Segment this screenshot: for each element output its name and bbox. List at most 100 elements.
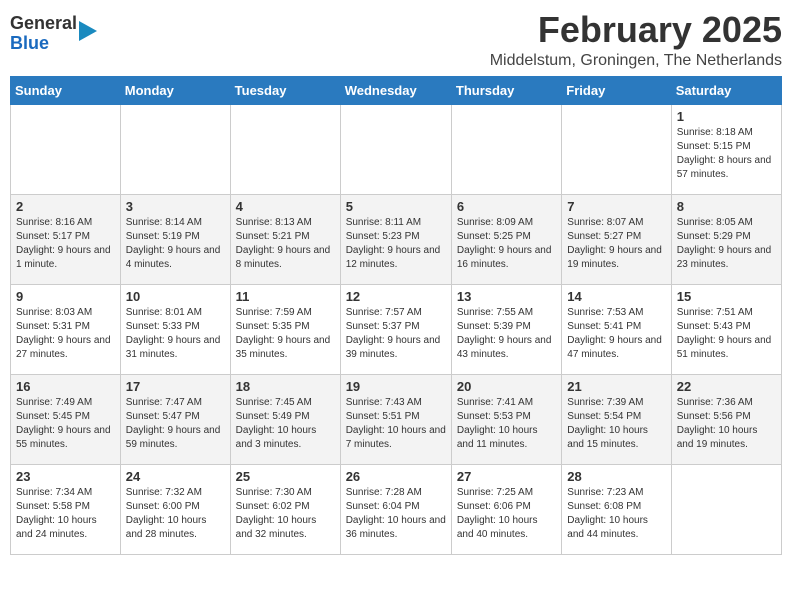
day-number: 8: [677, 199, 776, 214]
calendar-cell: 3 Sunrise: 8:14 AM Sunset: 5:19 PM Daylig…: [120, 194, 230, 284]
day-number: 19: [346, 379, 446, 394]
calendar-cell: [562, 104, 671, 194]
calendar-cell: 27 Sunrise: 7:25 AM Sunset: 6:06 PM Dayli…: [451, 464, 561, 554]
day-number: 26: [346, 469, 446, 484]
day-number: 28: [567, 469, 665, 484]
day-number: 10: [126, 289, 225, 304]
day-number: 21: [567, 379, 665, 394]
day-info: Sunrise: 8:07 AM Sunset: 5:27 PM Dayligh…: [567, 216, 665, 272]
calendar-cell: [340, 104, 451, 194]
day-number: 6: [457, 199, 556, 214]
day-info: Sunrise: 7:53 AM Sunset: 5:41 PM Dayligh…: [567, 306, 665, 362]
calendar-cell: 24 Sunrise: 7:32 AM Sunset: 6:00 PM Dayli…: [120, 464, 230, 554]
day-number: 11: [236, 289, 335, 304]
weekday-header: Thursday: [451, 76, 561, 104]
calendar-cell: 16Sunrise: 7:49 AM Sunset: 5:45 PM Dayli…: [11, 374, 121, 464]
day-info: Sunrise: 7:25 AM Sunset: 6:06 PM Dayligh…: [457, 486, 556, 542]
day-info: Sunrise: 7:34 AM Sunset: 5:58 PM Dayligh…: [16, 486, 115, 542]
calendar-cell: 17 Sunrise: 7:47 AM Sunset: 5:47 PM Dayli…: [120, 374, 230, 464]
calendar-cell: 10 Sunrise: 8:01 AM Sunset: 5:33 PM Dayli…: [120, 284, 230, 374]
calendar-week-row: 2Sunrise: 8:16 AM Sunset: 5:17 PM Daylig…: [11, 194, 782, 284]
day-number: 13: [457, 289, 556, 304]
day-number: 7: [567, 199, 665, 214]
calendar-cell: 28 Sunrise: 7:23 AM Sunset: 6:08 PM Dayli…: [562, 464, 671, 554]
day-info: Sunrise: 7:30 AM Sunset: 6:02 PM Dayligh…: [236, 486, 335, 542]
day-info: Sunrise: 7:51 AM Sunset: 5:43 PM Dayligh…: [677, 306, 776, 362]
calendar-cell: [120, 104, 230, 194]
day-number: 23: [16, 469, 115, 484]
day-number: 14: [567, 289, 665, 304]
day-number: 22: [677, 379, 776, 394]
day-info: Sunrise: 7:47 AM Sunset: 5:47 PM Dayligh…: [126, 396, 225, 452]
calendar-week-row: 1 Sunrise: 8:18 AM Sunset: 5:15 PM Daylig…: [11, 104, 782, 194]
day-info: Sunrise: 7:43 AM Sunset: 5:51 PM Dayligh…: [346, 396, 446, 452]
calendar-cell: 12Sunrise: 7:57 AM Sunset: 5:37 PM Dayli…: [340, 284, 451, 374]
day-number: 24: [126, 469, 225, 484]
day-info: Sunrise: 7:28 AM Sunset: 6:04 PM Dayligh…: [346, 486, 446, 542]
calendar-cell: 4 Sunrise: 8:13 AM Sunset: 5:21 PM Daylig…: [230, 194, 340, 284]
day-info: Sunrise: 7:41 AM Sunset: 5:53 PM Dayligh…: [457, 396, 556, 452]
calendar-cell: 20 Sunrise: 7:41 AM Sunset: 5:53 PM Dayli…: [451, 374, 561, 464]
day-info: Sunrise: 8:05 AM Sunset: 5:29 PM Dayligh…: [677, 216, 776, 272]
day-info: Sunrise: 8:09 AM Sunset: 5:25 PM Dayligh…: [457, 216, 556, 272]
calendar-week-row: 16Sunrise: 7:49 AM Sunset: 5:45 PM Dayli…: [11, 374, 782, 464]
calendar-cell: 21 Sunrise: 7:39 AM Sunset: 5:54 PM Dayli…: [562, 374, 671, 464]
calendar-cell: 6 Sunrise: 8:09 AM Sunset: 5:25 PM Daylig…: [451, 194, 561, 284]
day-number: 5: [346, 199, 446, 214]
calendar-cell: 2Sunrise: 8:16 AM Sunset: 5:17 PM Daylig…: [11, 194, 121, 284]
weekday-header: Tuesday: [230, 76, 340, 104]
calendar-cell: 11Sunrise: 7:59 AM Sunset: 5:35 PM Dayli…: [230, 284, 340, 374]
calendar-cell: 23 Sunrise: 7:34 AM Sunset: 5:58 PM Dayli…: [11, 464, 121, 554]
day-info: Sunrise: 7:45 AM Sunset: 5:49 PM Dayligh…: [236, 396, 335, 452]
day-number: 3: [126, 199, 225, 214]
day-info: Sunrise: 7:36 AM Sunset: 5:56 PM Dayligh…: [677, 396, 776, 452]
calendar-cell: 14 Sunrise: 7:53 AM Sunset: 5:41 PM Dayli…: [562, 284, 671, 374]
calendar-cell: [11, 104, 121, 194]
calendar-cell: 13 Sunrise: 7:55 AM Sunset: 5:39 PM Dayli…: [451, 284, 561, 374]
weekday-header-row: SundayMondayTuesdayWednesdayThursdayFrid…: [11, 76, 782, 104]
calendar-cell: [671, 464, 781, 554]
calendar-cell: 5Sunrise: 8:11 AM Sunset: 5:23 PM Daylig…: [340, 194, 451, 284]
logo-general: General: [10, 13, 77, 33]
day-info: Sunrise: 8:18 AM Sunset: 5:15 PM Dayligh…: [677, 126, 776, 182]
calendar-week-row: 23 Sunrise: 7:34 AM Sunset: 5:58 PM Dayli…: [11, 464, 782, 554]
day-info: Sunrise: 7:55 AM Sunset: 5:39 PM Dayligh…: [457, 306, 556, 362]
calendar-cell: 7 Sunrise: 8:07 AM Sunset: 5:27 PM Daylig…: [562, 194, 671, 284]
day-info: Sunrise: 7:57 AM Sunset: 5:37 PM Dayligh…: [346, 306, 446, 362]
page-header: General Blue February 2025 Middelstum, G…: [10, 10, 782, 70]
calendar-cell: 15Sunrise: 7:51 AM Sunset: 5:43 PM Dayli…: [671, 284, 781, 374]
day-number: 16: [16, 379, 115, 394]
day-info: Sunrise: 8:13 AM Sunset: 5:21 PM Dayligh…: [236, 216, 335, 272]
day-info: Sunrise: 8:14 AM Sunset: 5:19 PM Dayligh…: [126, 216, 225, 272]
calendar-cell: 9Sunrise: 8:03 AM Sunset: 5:31 PM Daylig…: [11, 284, 121, 374]
logo-arrow-icon: [79, 21, 97, 41]
calendar-cell: 1 Sunrise: 8:18 AM Sunset: 5:15 PM Daylig…: [671, 104, 781, 194]
calendar-cell: 25 Sunrise: 7:30 AM Sunset: 6:02 PM Dayli…: [230, 464, 340, 554]
location: Middelstum, Groningen, The Netherlands: [490, 52, 782, 70]
calendar-table: SundayMondayTuesdayWednesdayThursdayFrid…: [10, 76, 782, 555]
day-info: Sunrise: 8:01 AM Sunset: 5:33 PM Dayligh…: [126, 306, 225, 362]
calendar-cell: 18 Sunrise: 7:45 AM Sunset: 5:49 PM Dayli…: [230, 374, 340, 464]
day-number: 18: [236, 379, 335, 394]
day-number: 20: [457, 379, 556, 394]
day-number: 27: [457, 469, 556, 484]
calendar-week-row: 9Sunrise: 8:03 AM Sunset: 5:31 PM Daylig…: [11, 284, 782, 374]
weekday-header: Friday: [562, 76, 671, 104]
weekday-header: Monday: [120, 76, 230, 104]
day-number: 25: [236, 469, 335, 484]
calendar-cell: 26 Sunrise: 7:28 AM Sunset: 6:04 PM Dayli…: [340, 464, 451, 554]
day-info: Sunrise: 7:39 AM Sunset: 5:54 PM Dayligh…: [567, 396, 665, 452]
logo-blue: Blue: [10, 33, 49, 53]
day-info: Sunrise: 7:32 AM Sunset: 6:00 PM Dayligh…: [126, 486, 225, 542]
weekday-header: Sunday: [11, 76, 121, 104]
month-title: February 2025: [490, 10, 782, 50]
day-number: 17: [126, 379, 225, 394]
calendar-cell: [451, 104, 561, 194]
calendar-cell: [230, 104, 340, 194]
title-block: February 2025 Middelstum, Groningen, The…: [490, 10, 782, 70]
weekday-header: Saturday: [671, 76, 781, 104]
day-number: 4: [236, 199, 335, 214]
day-number: 9: [16, 289, 115, 304]
day-info: Sunrise: 7:23 AM Sunset: 6:08 PM Dayligh…: [567, 486, 665, 542]
day-number: 1: [677, 109, 776, 124]
